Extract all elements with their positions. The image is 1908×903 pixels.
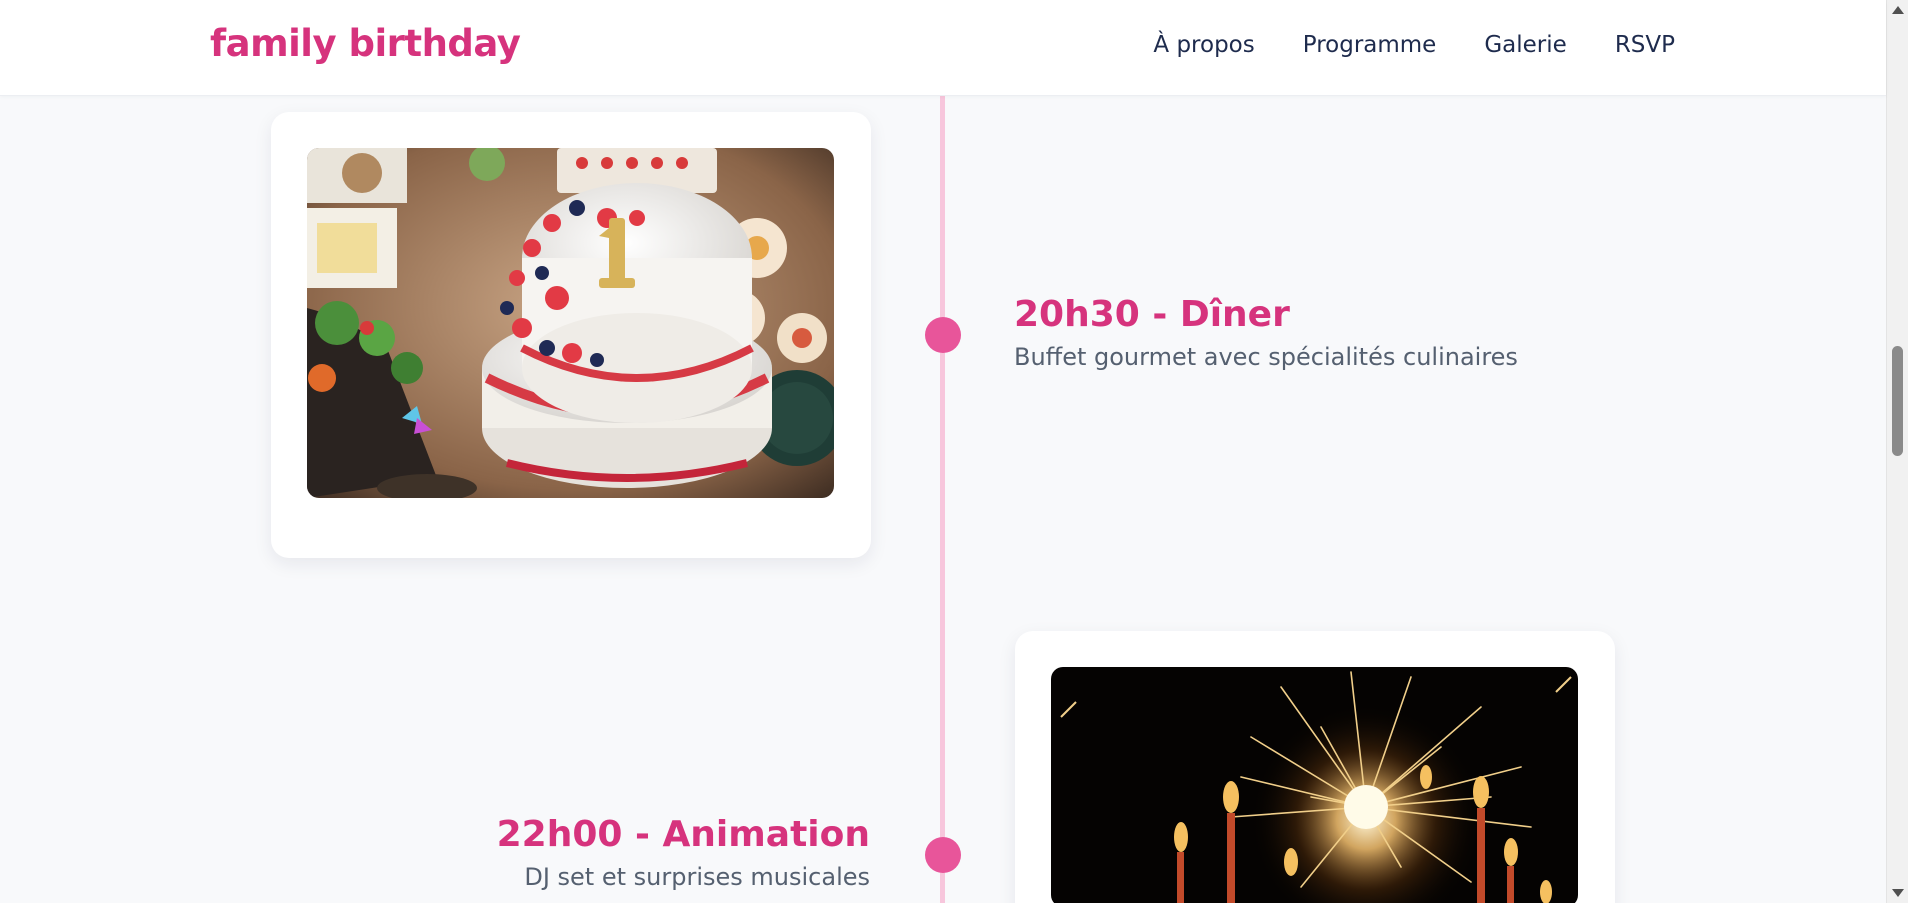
timeline-dot [925,317,961,353]
timeline-line [940,96,945,903]
scroll-up-arrow-icon[interactable] [1892,6,1904,14]
event-title: 20h30 - Dîner [1014,294,1290,335]
event-description: DJ set et surprises musicales [524,863,870,891]
page-scrollbar[interactable] [1886,0,1908,903]
event-image-card [1015,631,1615,903]
nav-link-galerie[interactable]: Galerie [1484,32,1566,58]
site-brand[interactable]: family birthday [210,22,521,65]
top-navbar: family birthday À propos Programme Galer… [0,0,1886,96]
event-image-card [271,112,871,558]
event-title: 22h00 - Animation [496,814,870,855]
scrollbar-thumb[interactable] [1892,346,1903,456]
nav-link-a-propos[interactable]: À propos [1153,32,1254,58]
scroll-down-arrow-icon[interactable] [1892,889,1904,897]
event-description: Buffet gourmet avec spécialités culinair… [1014,343,1518,371]
sparkler-candles-photo [1051,667,1578,903]
main-nav: À propos Programme Galerie RSVP [1153,32,1675,58]
timeline-dot [925,837,961,873]
birthday-cake-photo [307,148,834,498]
nav-link-programme[interactable]: Programme [1303,32,1437,58]
nav-link-rsvp[interactable]: RSVP [1615,32,1675,58]
